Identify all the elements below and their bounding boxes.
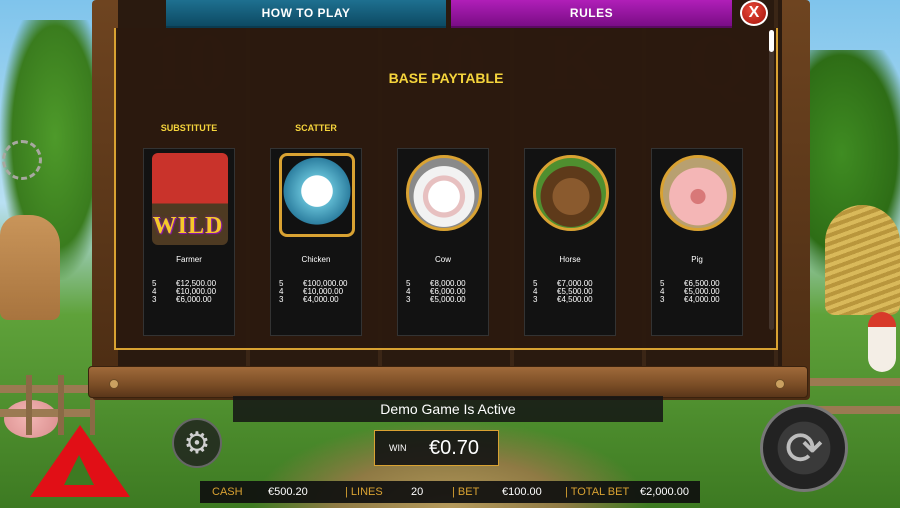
- pay-row: 3 €4,000.00: [279, 295, 357, 305]
- horse-image: [0, 215, 60, 320]
- paytable-card-farmer: WILD Farmer 5 €12,500.00 4 €10,000.00 3 €6,…: [143, 148, 235, 336]
- total-bet-value: €2,000.00: [640, 486, 689, 498]
- total-bet-label: | TOTAL BET: [565, 486, 630, 498]
- pay-count: 3: [152, 295, 157, 304]
- spin-icon: ⟳: [784, 422, 824, 474]
- symbol-name: Chicken: [301, 255, 331, 264]
- symbol-name: Pig: [691, 255, 703, 264]
- bolt-icon: [775, 379, 785, 389]
- paytable-title: BASE PAYTABLE: [388, 70, 504, 86]
- pay-value: €6,000.00: [176, 295, 212, 304]
- farmer-wild-icon: WILD: [152, 153, 228, 245]
- pay-row: 3 €6,000.00: [152, 295, 230, 305]
- wooden-beam: [88, 366, 808, 398]
- pay-value: €4,500.00: [557, 295, 593, 304]
- bolt-icon: [109, 379, 119, 389]
- chicken-icon: [279, 153, 355, 237]
- symbol-type-label: SCATTER: [295, 123, 337, 133]
- pay-row: 3 €5,000.00: [406, 295, 484, 305]
- horse-icon: [533, 155, 609, 231]
- win-display: WIN €0.70: [374, 430, 499, 466]
- scrollbar-thumb[interactable]: [769, 30, 774, 52]
- symbol-name: Farmer: [176, 255, 202, 264]
- win-label: WIN: [389, 443, 407, 453]
- pay-row: 3 €4,000.00: [660, 295, 738, 305]
- demo-status-bar: Demo Game Is Active: [233, 396, 663, 422]
- settings-button[interactable]: ⚙: [172, 418, 222, 468]
- windmill-icon: [2, 140, 42, 180]
- pig-icon: [660, 155, 736, 231]
- symbol-type-label: SUBSTITUTE: [160, 123, 218, 133]
- rooster-image: [868, 312, 896, 372]
- win-value: €0.70: [429, 437, 480, 459]
- haystack-image: [825, 205, 900, 315]
- close-icon: X: [748, 4, 760, 21]
- close-button[interactable]: X: [740, 0, 768, 26]
- paytable-card-horse: Horse 5 €7,000.00 4 €5,500.00 3 €4,500.00: [524, 148, 616, 336]
- bet-value: €100.00: [502, 486, 542, 498]
- tab-how-to-play[interactable]: HOW TO PLAY: [166, 0, 446, 28]
- pay-count: 3: [406, 295, 411, 304]
- cow-icon: [406, 155, 482, 231]
- tab-rules[interactable]: RULES: [451, 0, 732, 28]
- paytable-card-cow: Cow 5 €8,000.00 4 €6,000.00 3 €5,000.00: [397, 148, 489, 336]
- spin-button[interactable]: ⟳: [760, 404, 848, 492]
- status-bar: CASH €500.20 | LINES 20 | BET €100.00 | …: [200, 481, 700, 503]
- lines-label: | LINES: [345, 486, 383, 498]
- lines-value: 20: [411, 486, 424, 498]
- symbol-name: Cow: [434, 255, 451, 264]
- cash-label: CASH: [212, 486, 243, 498]
- pay-count: 3: [279, 295, 284, 304]
- pay-count: 3: [660, 295, 665, 304]
- paytable-card-chicken: Chicken 5 €100,000.00 4 €10,000.00 3 €4,000…: [270, 148, 362, 336]
- pay-value: €5,000.00: [430, 295, 466, 304]
- pay-count: 3: [533, 295, 538, 304]
- cash-value: €500.20: [268, 486, 308, 498]
- pay-row: 3 €4,500.00: [533, 295, 611, 305]
- pay-value: €4,000.00: [684, 295, 720, 304]
- gear-icon: ⚙: [183, 426, 211, 460]
- paytable-card-pig: Pig 5 €6,500.00 4 €5,000.00 3 €4,000.00: [651, 148, 743, 336]
- bet-label: | BET: [452, 486, 480, 498]
- wild-text: WILD: [152, 213, 224, 239]
- pay-value: €4,000.00: [303, 295, 339, 304]
- symbol-name: Horse: [559, 255, 581, 264]
